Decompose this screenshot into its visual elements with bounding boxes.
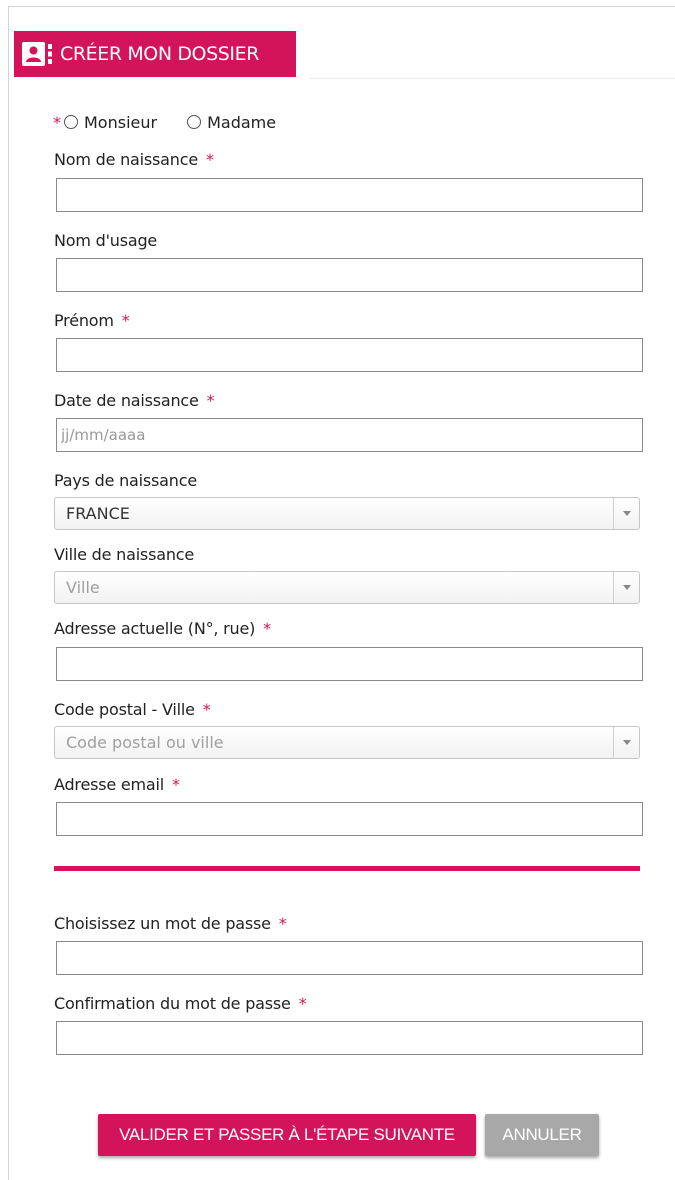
password-input[interactable]	[56, 941, 643, 975]
birth-name-label: Nom de naissance *	[54, 150, 214, 169]
password-confirm-input[interactable]	[56, 1021, 643, 1055]
birth-city-select[interactable]: Ville	[54, 571, 640, 604]
email-label: Adresse email *	[54, 775, 180, 794]
birth-city-label: Ville de naissance	[54, 545, 194, 564]
radio-monsieur[interactable]	[64, 115, 78, 129]
gender-option-monsieur[interactable]: Monsieur	[64, 113, 157, 132]
birth-country-select[interactable]: FRANCE	[54, 497, 640, 530]
required-mark: *	[202, 700, 211, 719]
password-confirm-label: Confirmation du mot de passe *	[54, 994, 307, 1013]
required-mark: *	[278, 914, 287, 933]
required-mark: *	[206, 391, 215, 410]
birth-country-label: Pays de naissance	[54, 471, 197, 490]
header-underline	[310, 78, 675, 79]
select-placeholder: Ville	[66, 578, 100, 597]
address-label: Adresse actuelle (N°, rue) *	[54, 619, 271, 638]
first-name-label: Prénom *	[54, 311, 130, 330]
label-text: Pays de naissance	[54, 471, 197, 490]
select-value: FRANCE	[66, 504, 130, 523]
label-text: Code postal - Ville	[54, 700, 195, 719]
postal-city-select[interactable]: Code postal ou ville	[54, 726, 640, 759]
address-input[interactable]	[56, 647, 643, 681]
required-mark: *	[53, 112, 61, 132]
required-mark: *	[205, 150, 214, 169]
required-mark: *	[121, 311, 130, 330]
required-mark: *	[263, 619, 271, 638]
password-label: Choisissez un mot de passe *	[54, 914, 287, 933]
submit-next-step-button[interactable]: VALIDER ET PASSER À L'ÉTAPE SUIVANTE	[98, 1114, 476, 1156]
label-text: Prénom	[54, 311, 114, 330]
gender-option-madame[interactable]: Madame	[187, 113, 276, 132]
usage-name-input[interactable]	[56, 258, 643, 292]
email-input[interactable]	[56, 802, 643, 836]
chevron-down-icon[interactable]	[613, 727, 639, 758]
required-mark: *	[298, 994, 307, 1013]
radio-label: Madame	[207, 112, 277, 132]
label-text: Ville de naissance	[54, 545, 194, 564]
label-text: Adresse email	[54, 775, 165, 794]
gender-group: * Monsieur Madame	[53, 110, 276, 134]
page-header: CRÉER MON DOSSIER	[14, 31, 296, 77]
label-text: Nom de naissance	[54, 150, 198, 169]
page-title: CRÉER MON DOSSIER	[60, 43, 260, 65]
postal-city-label: Code postal - Ville *	[54, 700, 211, 719]
required-mark: *	[172, 775, 180, 794]
label-text: Choisissez un mot de passe	[54, 914, 271, 933]
cancel-button[interactable]: ANNULER	[485, 1114, 599, 1156]
birth-date-input[interactable]	[56, 418, 643, 452]
label-text: Nom d'usage	[54, 231, 158, 250]
contact-card-icon	[20, 39, 54, 69]
select-placeholder: Code postal ou ville	[66, 733, 224, 752]
label-text: Adresse actuelle (N°, rue)	[54, 619, 256, 638]
birth-date-label: Date de naissance *	[54, 391, 215, 410]
first-name-input[interactable]	[56, 338, 643, 372]
label-text: Date de naissance	[54, 391, 199, 410]
section-divider	[54, 866, 640, 871]
birth-name-input[interactable]	[56, 178, 643, 212]
chevron-down-icon[interactable]	[613, 572, 639, 603]
usage-name-label: Nom d'usage	[54, 231, 157, 250]
radio-label: Monsieur	[84, 112, 158, 132]
chevron-down-icon[interactable]	[613, 498, 639, 529]
label-text: Confirmation du mot de passe	[54, 994, 291, 1013]
radio-madame[interactable]	[187, 115, 202, 129]
